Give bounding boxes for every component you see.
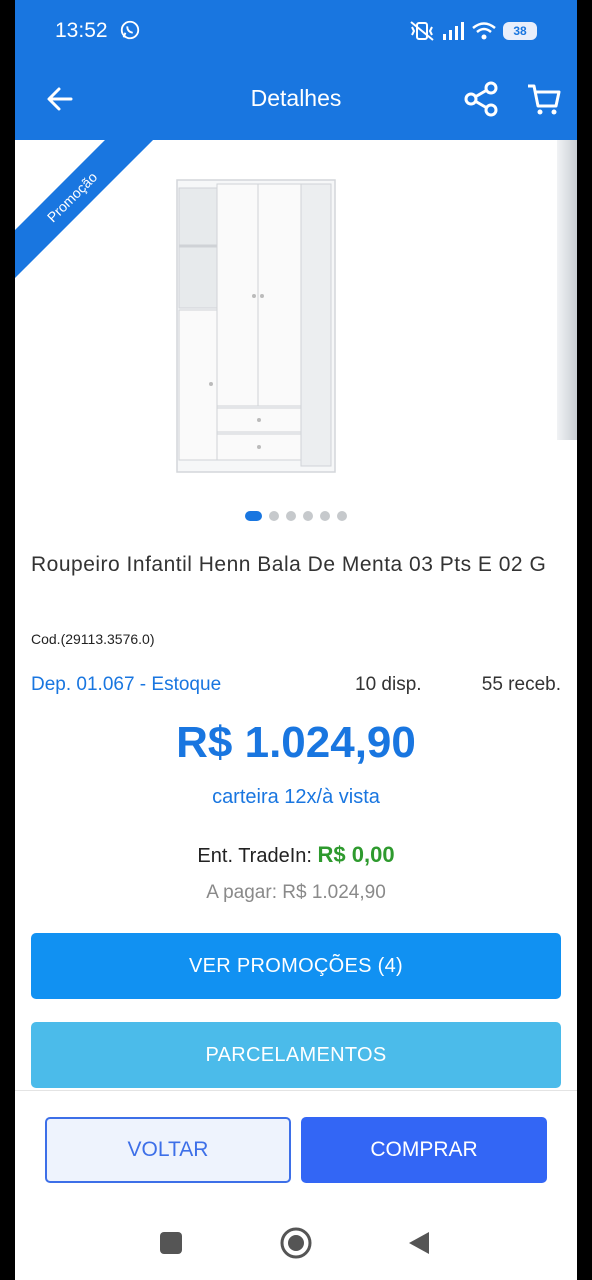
product-code: Cod.(29113.3576.0): [31, 631, 155, 647]
pagination-dot[interactable]: [286, 511, 296, 521]
product-image-gallery[interactable]: Promoção: [15, 140, 577, 500]
whatsapp-icon: [120, 20, 140, 40]
status-bar: 13:52 38: [15, 0, 577, 58]
phone-screen: 13:52 38 Detalhes Promoção Roupeiro Infa…: [15, 0, 577, 1280]
stock-row: Dep. 01.067 - Estoque 10 disp. 55 receb.: [31, 674, 561, 698]
back-button[interactable]: VOLTAR: [45, 1117, 291, 1183]
pagination-dot[interactable]: [337, 511, 347, 521]
nav-back-icon[interactable]: [407, 1230, 431, 1256]
product-title: Roupeiro Infantil Henn Bala De Menta 03 …: [31, 553, 547, 576]
wifi-icon: [472, 22, 496, 40]
stock-available: 10 disp.: [355, 674, 422, 695]
amount-to-pay: A pagar: R$ 1.024,90: [206, 882, 386, 903]
share-icon[interactable]: [463, 80, 499, 118]
battery-icon: 38: [503, 22, 537, 40]
view-promotions-button[interactable]: VER PROMOÇÕES (4): [31, 933, 561, 999]
pagination-dot[interactable]: [320, 511, 330, 521]
cart-icon[interactable]: [525, 80, 563, 118]
status-icons: 38: [409, 18, 537, 44]
product-image[interactable]: [171, 176, 341, 476]
next-image-peek: [557, 140, 577, 440]
bottom-action-bar: VOLTAR COMPRAR: [15, 1090, 577, 1202]
pagination-dot[interactable]: [303, 511, 313, 521]
product-price: R$ 1.024,90: [176, 718, 416, 767]
tradein-label: Ent. TradeIn:: [197, 845, 312, 867]
installments-button[interactable]: PARCELAMENTOS: [31, 1022, 561, 1088]
stock-incoming: 55 receb.: [481, 674, 561, 695]
promo-ribbon: Promoção: [15, 140, 159, 284]
app-bar: Detalhes: [15, 58, 577, 140]
stock-deposit-link[interactable]: Dep. 01.067 - Estoque: [31, 674, 221, 696]
pagination-dot[interactable]: [269, 511, 279, 521]
tradein-row: Ent. TradeIn: R$ 0,00: [15, 842, 577, 868]
status-time: 13:52: [55, 19, 108, 42]
gallery-pagination: [15, 511, 577, 523]
recent-apps-icon[interactable]: [160, 1232, 182, 1254]
system-nav-bar: [15, 1202, 577, 1280]
buy-button[interactable]: COMPRAR: [301, 1117, 547, 1183]
pagination-dot[interactable]: [245, 511, 262, 521]
mute-vibrate-icon: [410, 21, 434, 41]
payment-method-link[interactable]: carteira 12x/à vista: [15, 786, 577, 809]
home-icon[interactable]: [279, 1226, 313, 1260]
signal-icon: [443, 22, 464, 40]
tradein-value: R$ 0,00: [317, 842, 395, 867]
